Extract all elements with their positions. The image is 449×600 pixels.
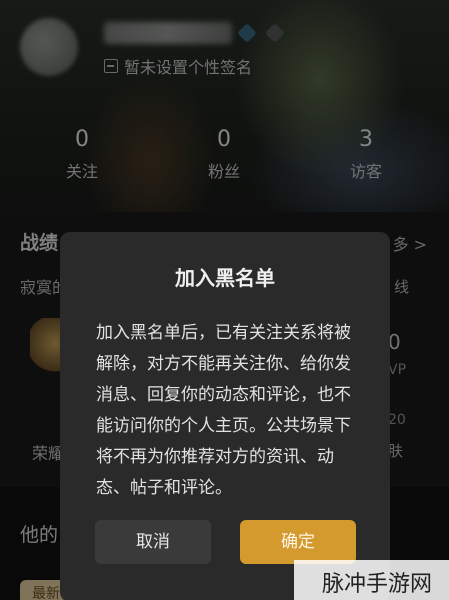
dialog-message: 加入黑名单后，已有关注关系将被解除，对方不能再关注你、给你发消息、回复你的动态和… [96, 323, 351, 498]
dialog-title: 加入黑名单 [175, 266, 275, 290]
watermark-text: 脉冲手游网 [322, 572, 433, 597]
blacklist-dialog: 加入黑名单 加入黑名单后，已有关注关系将被解除，对方不能再关注你、给你发消息、回… [60, 232, 390, 600]
confirm-button[interactable]: 确定 [240, 520, 356, 564]
cancel-button[interactable]: 取消 [95, 520, 211, 564]
